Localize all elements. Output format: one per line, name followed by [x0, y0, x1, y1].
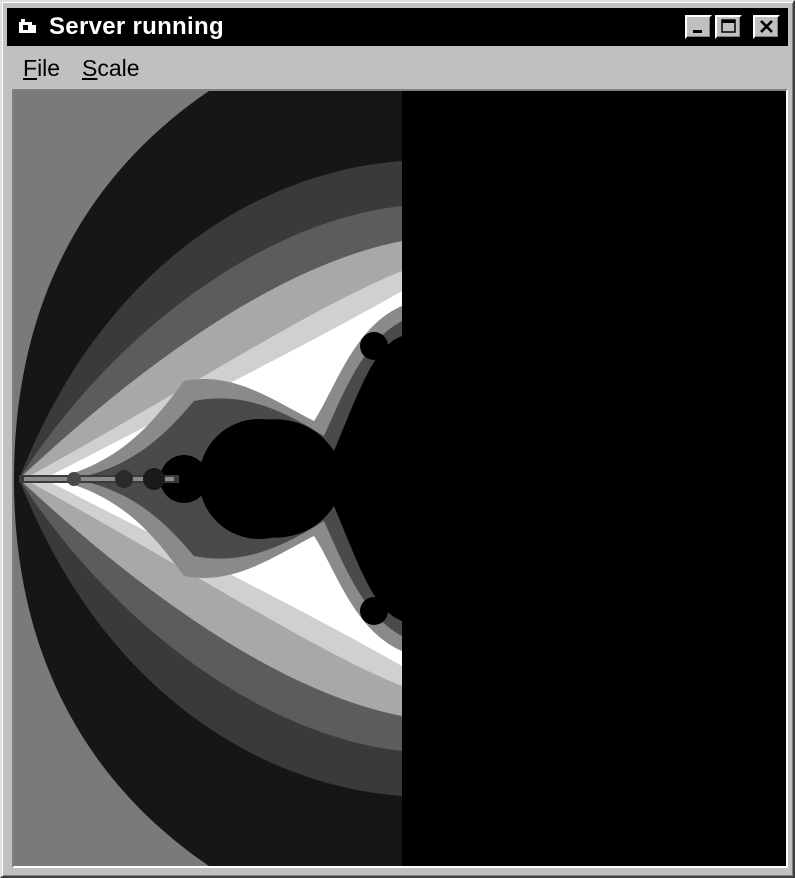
close-icon	[760, 20, 773, 33]
fractal-canvas[interactable]	[12, 89, 788, 868]
maximize-icon	[721, 19, 736, 33]
window-title: Server running	[49, 13, 224, 40]
maximize-button[interactable]	[715, 15, 742, 39]
minimize-icon	[693, 30, 702, 33]
app-icon[interactable]	[17, 17, 39, 37]
menu-bar: File Scale	[7, 48, 788, 86]
title-bar[interactable]: Server running	[7, 8, 788, 46]
minimize-button[interactable]	[685, 15, 712, 39]
server-window: Server running File Scale	[0, 0, 795, 878]
fractal-image	[14, 91, 786, 866]
close-button[interactable]	[753, 15, 780, 39]
menu-scale[interactable]: Scale	[82, 55, 140, 82]
menu-file[interactable]: File	[23, 55, 60, 82]
